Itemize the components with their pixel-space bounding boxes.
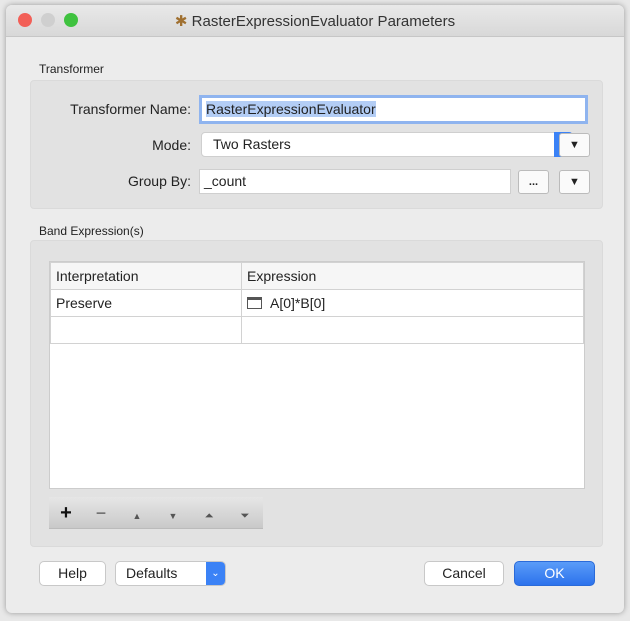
table-row[interactable]: Preserve A[0]*B[0]	[50, 289, 584, 317]
transformer-icon: ✱	[174, 13, 192, 30]
band-expressions-group: Interpretation Expression Preserve A[0]*B[…	[30, 240, 603, 547]
transformer-group: Transformer Name: RasterExpressionEvalua…	[30, 80, 603, 209]
move-up-button[interactable]: ▲	[119, 500, 155, 532]
defaults-button[interactable]: Defaults ⌄	[115, 561, 226, 586]
move-down-button[interactable]: ▼	[155, 500, 191, 532]
add-row-button[interactable]: +	[49, 497, 83, 529]
mode-options-button[interactable]: ▼	[559, 133, 590, 157]
mode-select[interactable]: Two Rasters ▲▼	[201, 132, 573, 157]
expression-editor-icon[interactable]	[247, 297, 262, 309]
group-by-input[interactable]: _count	[199, 169, 511, 194]
interpretation-cell[interactable]: Preserve	[50, 289, 242, 317]
transformer-name-label: Transformer Name:	[70, 101, 191, 117]
transformer-name-input[interactable]: RasterExpressionEvaluator	[199, 95, 588, 124]
cancel-button[interactable]: Cancel	[424, 561, 504, 586]
mode-label: Mode:	[152, 137, 191, 153]
interpretation-cell[interactable]	[50, 316, 242, 344]
ok-button[interactable]: OK	[514, 561, 595, 586]
group-by-ellipsis-button[interactable]: ...	[518, 170, 549, 194]
move-bottom-button[interactable]: ⏷	[227, 500, 263, 532]
chevron-down-icon: ▼	[569, 139, 580, 151]
band-expressions-label: Band Expression(s)	[39, 224, 144, 238]
column-header-interpretation[interactable]: Interpretation	[50, 262, 242, 290]
band-expressions-table: Interpretation Expression Preserve A[0]*B[…	[49, 261, 585, 489]
expression-cell[interactable]	[241, 316, 584, 344]
chevron-down-icon: ▼	[569, 176, 580, 188]
window-title: RasterExpressionEvaluator Parameters	[191, 13, 456, 30]
parameters-dialog: ✱ RasterExpressionEvaluator Parameters T…	[6, 5, 624, 613]
expression-cell[interactable]: A[0]*B[0]	[241, 289, 584, 317]
move-top-button[interactable]: ⏶	[191, 500, 227, 532]
group-by-options-button[interactable]: ▼	[559, 170, 590, 194]
remove-row-button[interactable]: −	[83, 497, 119, 529]
row-toolbar: + − ▲ ▼ ⏶ ⏷	[49, 497, 263, 529]
column-header-expression[interactable]: Expression	[241, 262, 584, 290]
table-row-empty[interactable]	[50, 316, 584, 344]
group-by-label: Group By:	[127, 173, 191, 189]
title-bar: ✱ RasterExpressionEvaluator Parameters	[6, 5, 624, 37]
help-button[interactable]: Help	[39, 561, 106, 586]
transformer-section-label: Transformer	[39, 62, 104, 76]
chevron-down-icon[interactable]: ⌄	[206, 562, 225, 585]
